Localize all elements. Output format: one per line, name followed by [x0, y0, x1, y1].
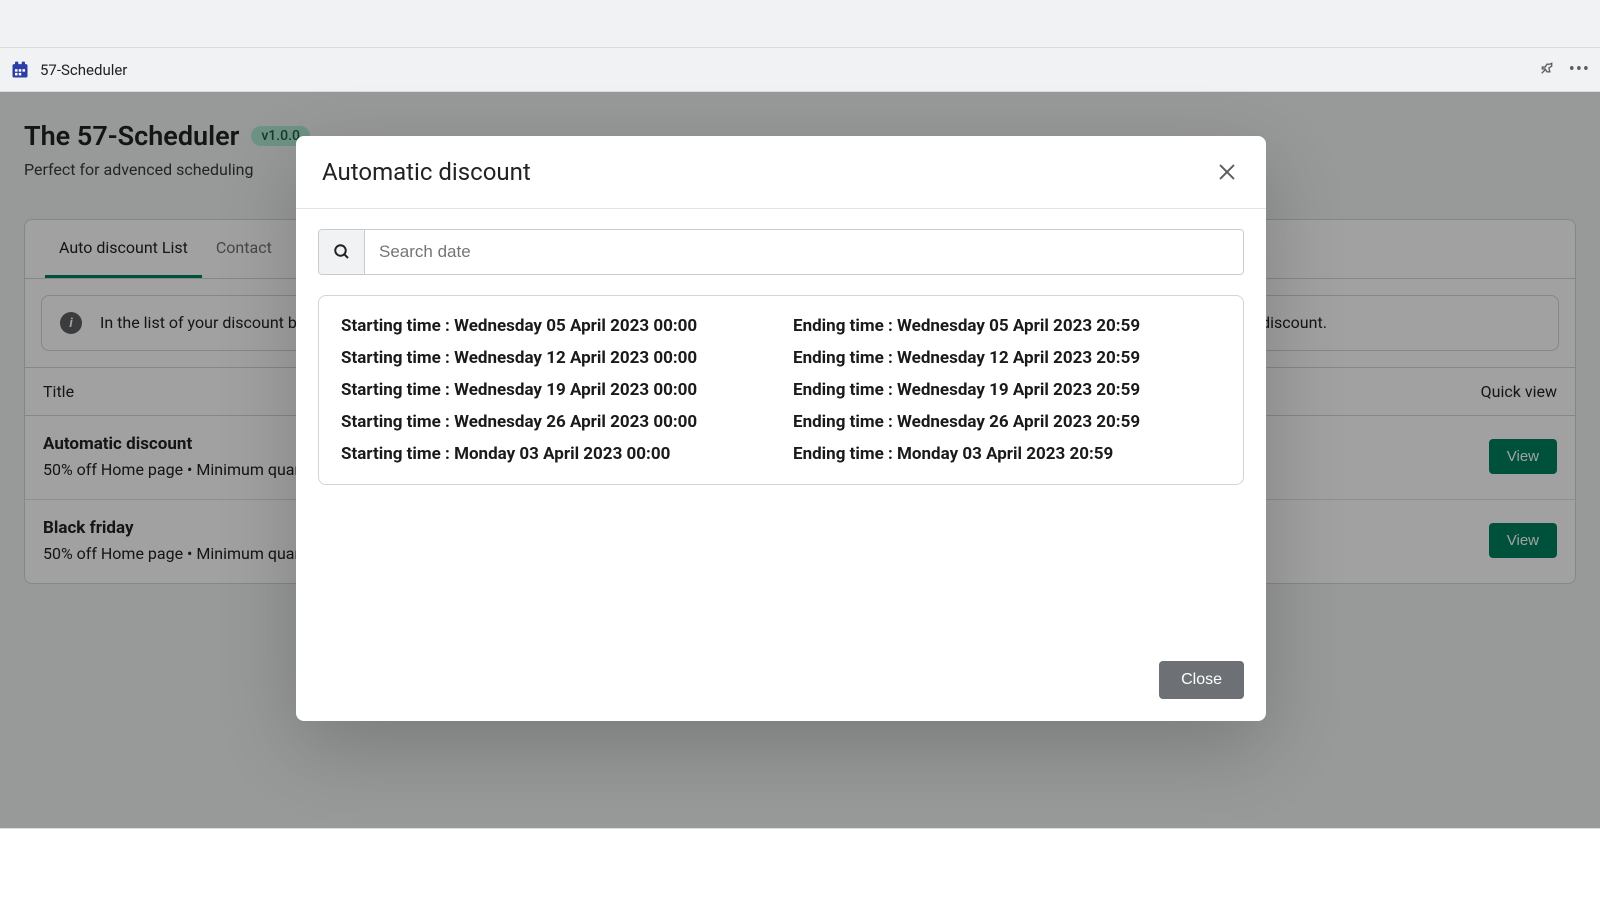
date-end: Ending time : Monday 03 April 2023 20:59 [793, 444, 1221, 464]
search-icon [319, 230, 365, 274]
bottom-bar [0, 828, 1600, 900]
date-row: Starting time : Wednesday 12 April 2023 … [341, 342, 1221, 374]
date-end: Ending time : Wednesday 26 April 2023 20… [793, 412, 1221, 432]
search-wrap [318, 229, 1244, 275]
date-row: Starting time : Wednesday 05 April 2023 … [341, 310, 1221, 342]
date-start: Starting time : Wednesday 26 April 2023 … [341, 412, 793, 432]
date-start: Starting time : Wednesday 19 April 2023 … [341, 380, 793, 400]
app-logo-icon [10, 60, 30, 80]
close-button[interactable]: Close [1159, 661, 1244, 699]
dates-box: Starting time : Wednesday 05 April 2023 … [318, 295, 1244, 485]
date-start: Starting time : Monday 03 April 2023 00:… [341, 444, 793, 464]
search-input[interactable] [365, 230, 1243, 274]
date-row: Starting time : Monday 03 April 2023 00:… [341, 438, 1221, 470]
date-end: Ending time : Wednesday 12 April 2023 20… [793, 348, 1221, 368]
date-end: Ending time : Wednesday 05 April 2023 20… [793, 316, 1221, 336]
more-icon[interactable]: ••• [1569, 59, 1590, 80]
app-bar: 57-Scheduler ••• [0, 48, 1600, 92]
date-start: Starting time : Wednesday 05 April 2023 … [341, 316, 793, 336]
app-name: 57-Scheduler [40, 61, 127, 79]
close-icon[interactable] [1214, 159, 1240, 185]
pin-icon[interactable] [1539, 60, 1555, 80]
top-spacer [0, 0, 1600, 48]
date-start: Starting time : Wednesday 12 April 2023 … [341, 348, 793, 368]
date-row: Starting time : Wednesday 26 April 2023 … [341, 406, 1221, 438]
date-row: Starting time : Wednesday 19 April 2023 … [341, 374, 1221, 406]
modal-title: Automatic discount [322, 158, 531, 186]
date-end: Ending time : Wednesday 19 April 2023 20… [793, 380, 1221, 400]
modal-schedule: Automatic discount Starting time : Wedne… [296, 136, 1266, 721]
